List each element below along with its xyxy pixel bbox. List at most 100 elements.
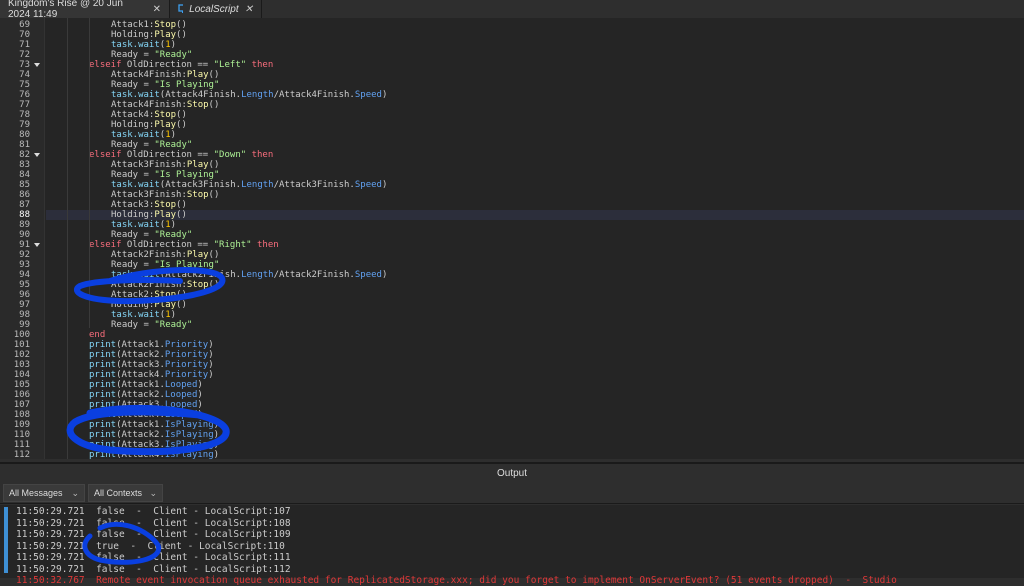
code-token: (Attack4. xyxy=(116,370,165,380)
code-line: Holding:Play() xyxy=(46,30,1024,40)
code-line: Attack4Finish:Play() xyxy=(46,70,1024,80)
code-token: Attack3Finish: xyxy=(111,160,187,170)
code-token: Ready = xyxy=(111,80,154,90)
line-number: 100 xyxy=(0,330,30,340)
script-editor[interactable]: 6970717273747576777879808182838485868788… xyxy=(0,18,1024,459)
code-line: print(Attack3.IsPlaying) xyxy=(46,440,1024,450)
code-token: task.wait xyxy=(111,90,160,100)
code-token: Attack4Finish: xyxy=(111,100,187,110)
code-token: ) xyxy=(171,40,176,50)
code-token: () xyxy=(176,120,187,130)
code-token: Priority xyxy=(165,340,208,350)
code-token: Stop xyxy=(187,190,209,200)
log-entry[interactable]: 11:50:29.721 false - Client - LocalScrip… xyxy=(16,529,291,540)
code-token: print xyxy=(89,420,116,430)
code-token: then xyxy=(246,60,273,70)
close-icon[interactable]: ✕ xyxy=(245,4,253,15)
line-number: 106 xyxy=(0,390,30,400)
code-token: Play xyxy=(187,70,209,80)
code-line: print(Attack1.Priority) xyxy=(46,340,1024,350)
code-token: /Attack3Finish. xyxy=(274,180,355,190)
code-token: ) xyxy=(171,130,176,140)
message-filter-dropdown[interactable]: All Messages ⌄ xyxy=(3,484,85,502)
log-entry[interactable]: 11:50:32.767 Remote event invocation que… xyxy=(16,575,897,586)
fold-arrow-icon[interactable] xyxy=(34,63,40,67)
code-token: ) xyxy=(208,350,213,360)
code-token: end xyxy=(89,330,105,340)
code-token: ) xyxy=(197,380,202,390)
code-token: (Attack2Finish. xyxy=(160,270,241,280)
code-token: Stop xyxy=(154,290,176,300)
log-group-indicator xyxy=(4,507,8,573)
line-number: 70 xyxy=(0,30,30,40)
code-token: "Is Playing" xyxy=(154,170,219,180)
context-filter-dropdown[interactable]: All Contexts⌄ xyxy=(88,484,163,502)
dropdown-label: All Messages xyxy=(9,488,63,498)
line-number: 105 xyxy=(0,380,30,390)
code-token: print xyxy=(89,410,116,420)
code-token: ) xyxy=(197,410,202,420)
code-token: (Attack2. xyxy=(116,390,165,400)
code-line: Ready = "Ready" xyxy=(46,50,1024,60)
code-token: ) xyxy=(214,440,219,450)
code-token: "Ready" xyxy=(154,50,192,60)
code-line: print(Attack3.Looped) xyxy=(46,400,1024,410)
fold-arrow-icon[interactable] xyxy=(34,153,40,157)
log-entry[interactable]: 11:50:29.721 false - Client - LocalScrip… xyxy=(16,564,291,575)
line-number: 98 xyxy=(0,310,30,320)
line-number: 85 xyxy=(0,180,30,190)
code-token: () xyxy=(209,100,220,110)
log-entry[interactable]: 11:50:29.721 true - Client - LocalScript… xyxy=(16,541,285,552)
output-log[interactable]: 11:50:29.721 false - Client - LocalScrip… xyxy=(0,505,1024,578)
code-line: Attack4Finish:Stop() xyxy=(46,100,1024,110)
log-entry[interactable]: 11:50:29.721 false - Client - LocalScrip… xyxy=(16,552,291,563)
code-token: (Attack4. xyxy=(116,450,165,459)
code-token: Attack2Finish: xyxy=(111,280,187,290)
code-token: () xyxy=(176,210,187,220)
code-token: Looped xyxy=(165,390,198,400)
code-token: OldDirection == xyxy=(122,240,214,250)
code-token: ) xyxy=(214,450,219,459)
code-token: Stop xyxy=(187,100,209,110)
code-token: print xyxy=(89,430,116,440)
line-number: 92 xyxy=(0,250,30,260)
log-entry[interactable]: 11:50:29.721 false - Client - LocalScrip… xyxy=(16,518,291,529)
code-token: Priority xyxy=(165,360,208,370)
code-line: Ready = "Is Playing" xyxy=(46,170,1024,180)
code-token: Attack2: xyxy=(111,290,154,300)
code-token: Holding: xyxy=(111,300,154,310)
chevron-down-icon: ⌄ xyxy=(71,485,79,501)
line-number: 112 xyxy=(0,450,30,459)
code-token: () xyxy=(176,110,187,120)
code-token: then xyxy=(246,150,273,160)
code-token: Speed xyxy=(355,270,382,280)
line-number: 75 xyxy=(0,80,30,90)
line-number: 84 xyxy=(0,170,30,180)
line-number: 103 xyxy=(0,360,30,370)
code-token: () xyxy=(176,200,187,210)
code-token: (Attack4. xyxy=(116,410,165,420)
line-number: 91 xyxy=(0,240,30,250)
fold-arrow-icon[interactable] xyxy=(34,243,40,247)
line-number: 88 xyxy=(0,210,30,220)
code-token: () xyxy=(209,190,220,200)
code-line: Attack1:Stop() xyxy=(46,20,1024,30)
code-token: print xyxy=(89,360,116,370)
tab-localscript[interactable]: LocalScript ✕ xyxy=(170,0,262,18)
code-line: Attack2Finish:Stop() xyxy=(46,280,1024,290)
close-icon[interactable]: ✕ xyxy=(153,4,161,15)
code-token: Priority xyxy=(165,350,208,360)
tab-place[interactable]: Kingdom's Rise @ 20 Jun 2024 11:49 ✕ xyxy=(0,0,170,18)
code-token: OldDirection == xyxy=(122,60,214,70)
line-number: 104 xyxy=(0,370,30,380)
code-token: Attack4Finish: xyxy=(111,70,187,80)
log-entry[interactable]: 11:50:29.721 false - Client - LocalScrip… xyxy=(16,506,291,517)
code-token: () xyxy=(176,30,187,40)
indent-guide xyxy=(89,18,90,328)
code-line: Attack3:Stop() xyxy=(46,200,1024,210)
code-token: print xyxy=(89,390,116,400)
code-token: ) xyxy=(208,360,213,370)
code-token: Attack3: xyxy=(111,200,154,210)
output-filters: All Messages ⌄ All Contexts⌄ xyxy=(0,482,1024,504)
code-line: print(Attack2.Priority) xyxy=(46,350,1024,360)
